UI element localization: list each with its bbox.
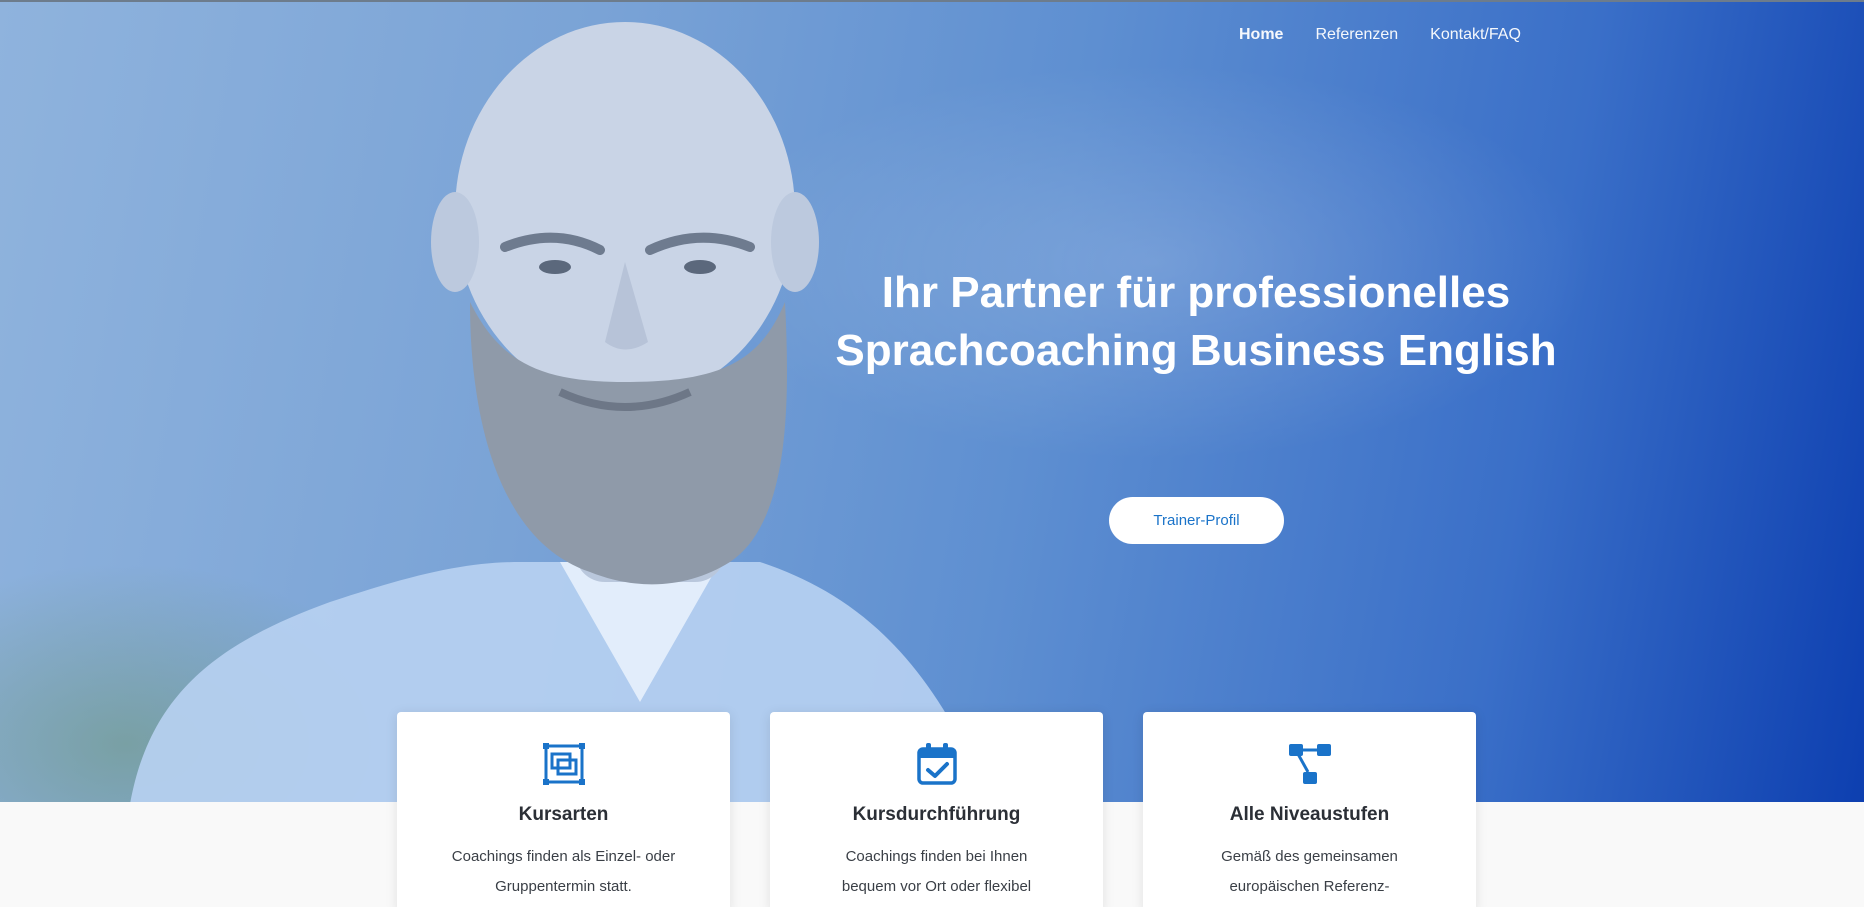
card-text: Coachings finden als Einzel- oder Gruppe… [451,848,676,895]
sitemap-icon [1288,744,1331,784]
card-title: Kursdurchführung [852,804,1021,825]
trainer-profil-button[interactable]: Trainer-Profil [1109,497,1284,544]
feature-card-kursdurchfuehrung: Kursdurchführung Coachings finden bei Ih… [770,712,1103,907]
hero-portrait-image [130,22,990,802]
feature-card-kursarten: Kursarten Coachings finden als Einzel- o… [397,712,730,907]
card-text: Coachings finden bei Ihnen bequem vor Or… [841,848,1032,895]
nav-referenzen-link[interactable]: Referenzen [1315,26,1398,44]
hero-section: Home Referenzen Kontakt/FAQ Ihr Partner … [0,0,1864,802]
card-title: Kursarten [518,804,609,825]
main-nav: Home Referenzen Kontakt/FAQ [1239,26,1521,44]
hero-headline: Ihr Partner für professionelles Sprachco… [835,268,1557,375]
layers-icon [542,743,585,785]
nav-home-link[interactable]: Home [1239,26,1283,44]
card-text: Gemäß des gemeinsamen europäischen Refer… [1221,848,1398,895]
card-title: Alle Niveaustufen [1229,804,1390,825]
nav-kontakt-faq-link[interactable]: Kontakt/FAQ [1430,26,1521,44]
feature-card-niveaustufen: Alle Niveaustufen Gemäß des gemeinsamen … [1143,712,1476,907]
calendar-check-icon [916,743,957,785]
